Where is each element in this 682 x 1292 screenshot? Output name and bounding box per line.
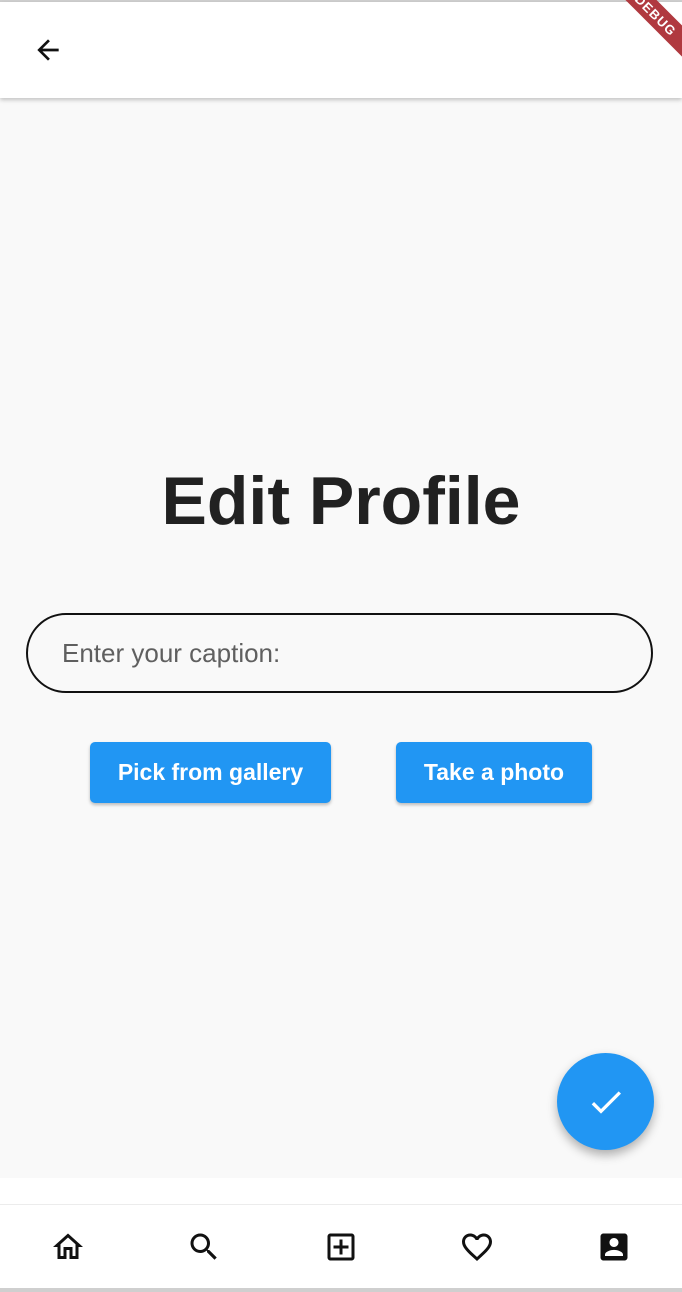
heart-icon bbox=[462, 1233, 492, 1262]
nav-home[interactable] bbox=[44, 1223, 92, 1271]
add-box-icon bbox=[327, 1233, 355, 1261]
bottom-edge bbox=[0, 1288, 682, 1292]
home-icon bbox=[53, 1233, 83, 1259]
pick-from-gallery-button[interactable]: Pick from gallery bbox=[90, 742, 331, 803]
arrow-back-icon bbox=[37, 39, 59, 61]
app-bar bbox=[0, 2, 682, 98]
caption-input[interactable] bbox=[26, 613, 653, 693]
confirm-fab[interactable] bbox=[557, 1053, 654, 1150]
take-photo-button[interactable]: Take a photo bbox=[396, 742, 592, 803]
check-icon bbox=[591, 1090, 621, 1114]
nav-profile[interactable] bbox=[590, 1223, 638, 1271]
nav-search[interactable] bbox=[180, 1223, 228, 1271]
account-box-icon bbox=[600, 1233, 628, 1261]
nav-add-post[interactable] bbox=[317, 1223, 365, 1271]
back-button[interactable] bbox=[22, 24, 74, 76]
bottom-navigation bbox=[0, 1204, 682, 1289]
bottom-spacer bbox=[0, 1178, 682, 1204]
nav-activity[interactable] bbox=[453, 1223, 501, 1271]
search-icon bbox=[190, 1233, 217, 1260]
page-title: Edit Profile bbox=[161, 463, 521, 539]
